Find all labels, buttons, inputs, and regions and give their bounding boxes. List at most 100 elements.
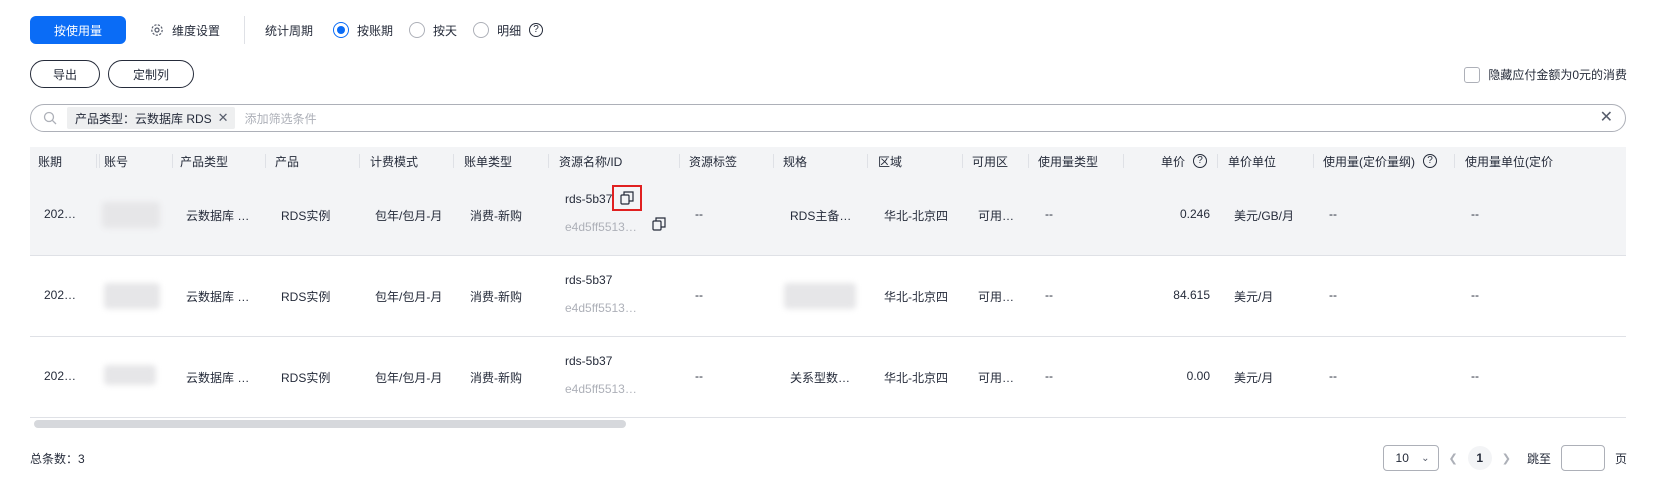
cell-price: 0.00 bbox=[1186, 369, 1210, 383]
col-header: 账单类型 bbox=[464, 154, 513, 169]
radio-circle[interactable] bbox=[333, 22, 350, 38]
cell-period: 202… bbox=[44, 288, 77, 302]
cell-price-unit: 美元/月 bbox=[1234, 290, 1274, 304]
cell-usage-type: -- bbox=[1045, 369, 1053, 383]
period-label: 统计周期 bbox=[265, 23, 314, 38]
cell-product-type: 云数据库 … bbox=[186, 371, 250, 385]
col-header: 计费模式 bbox=[370, 154, 419, 169]
horizontal-scrollbar[interactable] bbox=[30, 420, 1626, 428]
radio-label: 按天 bbox=[433, 23, 458, 38]
col-header: 区域 bbox=[878, 154, 903, 169]
radio-circle[interactable] bbox=[409, 22, 426, 38]
help-icon[interactable]: ? bbox=[1193, 154, 1208, 168]
cell-region: 华北-北京四 bbox=[884, 290, 948, 304]
cell-resource-tag: -- bbox=[695, 369, 703, 383]
account-redacted bbox=[104, 283, 160, 309]
clear-filter-icon[interactable]: ✕ bbox=[1600, 110, 1613, 126]
export-button[interactable]: 导出 bbox=[30, 60, 100, 88]
gear-icon bbox=[151, 24, 163, 36]
col-header: 产品类型 bbox=[180, 154, 229, 169]
cell-price-unit: 美元/GB/月 bbox=[1234, 209, 1295, 223]
radio-by-billing-cycle[interactable]: 按账期 bbox=[333, 22, 393, 39]
cell-usage-unit: -- bbox=[1471, 369, 1479, 383]
radio-circle[interactable] bbox=[473, 22, 490, 38]
page-size-value: 10 bbox=[1395, 451, 1409, 465]
account-redacted bbox=[102, 202, 160, 228]
radio-by-day[interactable]: 按天 bbox=[409, 22, 457, 39]
cell-product: RDS实例 bbox=[281, 290, 331, 304]
cell-spec: RDS主备… bbox=[790, 209, 852, 223]
col-header: 规格 bbox=[783, 154, 808, 169]
page-number-current[interactable]: 1 bbox=[1467, 446, 1492, 470]
cell-usage-unit: -- bbox=[1471, 288, 1479, 302]
cell-resource-name: rds-5b37 bbox=[565, 273, 613, 287]
cell-az: 可用… bbox=[978, 371, 1015, 385]
toolbar: 按使用量 维度设置 统计周期 按账期 按天 明细 ? bbox=[30, 16, 544, 44]
cell-price: 0.246 bbox=[1179, 207, 1210, 221]
custom-columns-button[interactable]: 定制列 bbox=[108, 60, 194, 88]
cell-resource-tag: -- bbox=[695, 288, 703, 302]
cell-az: 可用… bbox=[978, 209, 1015, 223]
cell-resource-id: e4d5ff5513b… bbox=[565, 301, 643, 315]
col-header: 账期 bbox=[38, 147, 100, 175]
help-icon[interactable]: ? bbox=[1423, 154, 1437, 168]
account-redacted bbox=[104, 365, 156, 385]
scrollbar-thumb[interactable] bbox=[34, 420, 626, 428]
help-icon[interactable]: ? bbox=[529, 23, 544, 37]
col-header-price: 单价? bbox=[1161, 147, 1221, 175]
cell-bill-type: 消费-新购 bbox=[470, 209, 522, 223]
cell-usage: -- bbox=[1329, 369, 1337, 383]
table-row[interactable]: 202… 云数据库 … RDS实例 包年/包月-月 消费-新购 rds-5b37… bbox=[30, 256, 1626, 337]
table-row[interactable]: 202… 云数据库 … RDS实例 包年/包月-月 消费-新购 rds-5b37… bbox=[30, 175, 1626, 256]
cell-bill-type: 消费-新购 bbox=[470, 290, 522, 304]
filter-input[interactable]: 添加筛选条件 bbox=[245, 110, 317, 127]
chevron-down-icon: ⌄ bbox=[1421, 452, 1430, 464]
radio-label: 按账期 bbox=[357, 23, 394, 38]
search-icon bbox=[43, 111, 57, 125]
copy-name-highlight[interactable] bbox=[612, 185, 642, 211]
cell-price: 84.615 bbox=[1173, 288, 1210, 302]
cell-resource-name: rds-5b37 bbox=[565, 354, 613, 368]
filter-bar[interactable]: 产品类型：云数据库 RDS ✕ 添加筛选条件 ✕ bbox=[30, 104, 1626, 132]
cell-usage: -- bbox=[1329, 288, 1337, 302]
dimension-setting-label: 维度设置 bbox=[172, 23, 221, 38]
cell-region: 华北-北京四 bbox=[884, 209, 948, 223]
col-header: 账号 bbox=[104, 154, 129, 169]
copy-icon[interactable] bbox=[652, 217, 666, 231]
hide-zero-checkbox[interactable] bbox=[1464, 66, 1481, 83]
chevron-right-icon[interactable]: ❯ bbox=[1502, 452, 1511, 465]
cell-product-type: 云数据库 … bbox=[186, 290, 250, 304]
col-header: 单价单位 bbox=[1228, 154, 1277, 169]
cell-usage-unit: -- bbox=[1471, 207, 1479, 221]
cell-product-type: 云数据库 … bbox=[186, 209, 250, 223]
cell-billing-mode: 包年/包月-月 bbox=[375, 371, 443, 385]
cell-spec: 关系型数… bbox=[790, 371, 851, 385]
cell-resource-id: e4d5ff5513b… bbox=[565, 382, 643, 396]
hide-zero-toggle[interactable]: 隐藏应付金额为0元的消费 bbox=[1464, 66, 1627, 83]
chip-close-icon[interactable]: ✕ bbox=[218, 110, 229, 126]
col-header-usage: 使用量(定价量纲)? bbox=[1323, 147, 1453, 175]
filter-chip-label: 产品类型：云数据库 RDS bbox=[75, 111, 212, 126]
dimension-setting-button[interactable]: 维度设置 bbox=[150, 22, 220, 39]
cell-bill-type: 消费-新购 bbox=[470, 371, 522, 385]
copy-icon[interactable] bbox=[620, 191, 634, 205]
by-usage-button[interactable]: 按使用量 bbox=[30, 16, 126, 44]
action-row: 导出 定制列 bbox=[30, 60, 202, 88]
table-header: 账期 账号 产品类型 产品 计费模式 账单类型 资源名称/ID 资源标签 规格 … bbox=[30, 147, 1626, 175]
radio-label: 明细 bbox=[497, 23, 522, 38]
page-size-select[interactable]: 10 ⌄ bbox=[1382, 445, 1439, 471]
cell-az: 可用… bbox=[978, 290, 1015, 304]
cell-period: 202… bbox=[44, 369, 77, 383]
spec-redacted bbox=[784, 283, 856, 309]
cell-usage-type: -- bbox=[1045, 288, 1053, 302]
cell-resource-id: e4d5ff5513b… bbox=[565, 220, 643, 234]
chevron-left-icon[interactable]: ❮ bbox=[1449, 452, 1458, 465]
cell-usage-type: -- bbox=[1045, 207, 1053, 221]
col-header: 资源名称/ID bbox=[559, 154, 623, 169]
cell-usage: -- bbox=[1329, 207, 1337, 221]
pagination: 10 ⌄ ❮ 1 ❯ 跳至 页 bbox=[1382, 445, 1627, 471]
jump-page-input[interactable] bbox=[1560, 445, 1605, 471]
col-header: 可用区 bbox=[972, 154, 1009, 169]
table-row[interactable]: 202… 云数据库 … RDS实例 包年/包月-月 消费-新购 rds-5b37… bbox=[30, 337, 1626, 418]
radio-detail[interactable]: 明细 bbox=[473, 22, 521, 39]
